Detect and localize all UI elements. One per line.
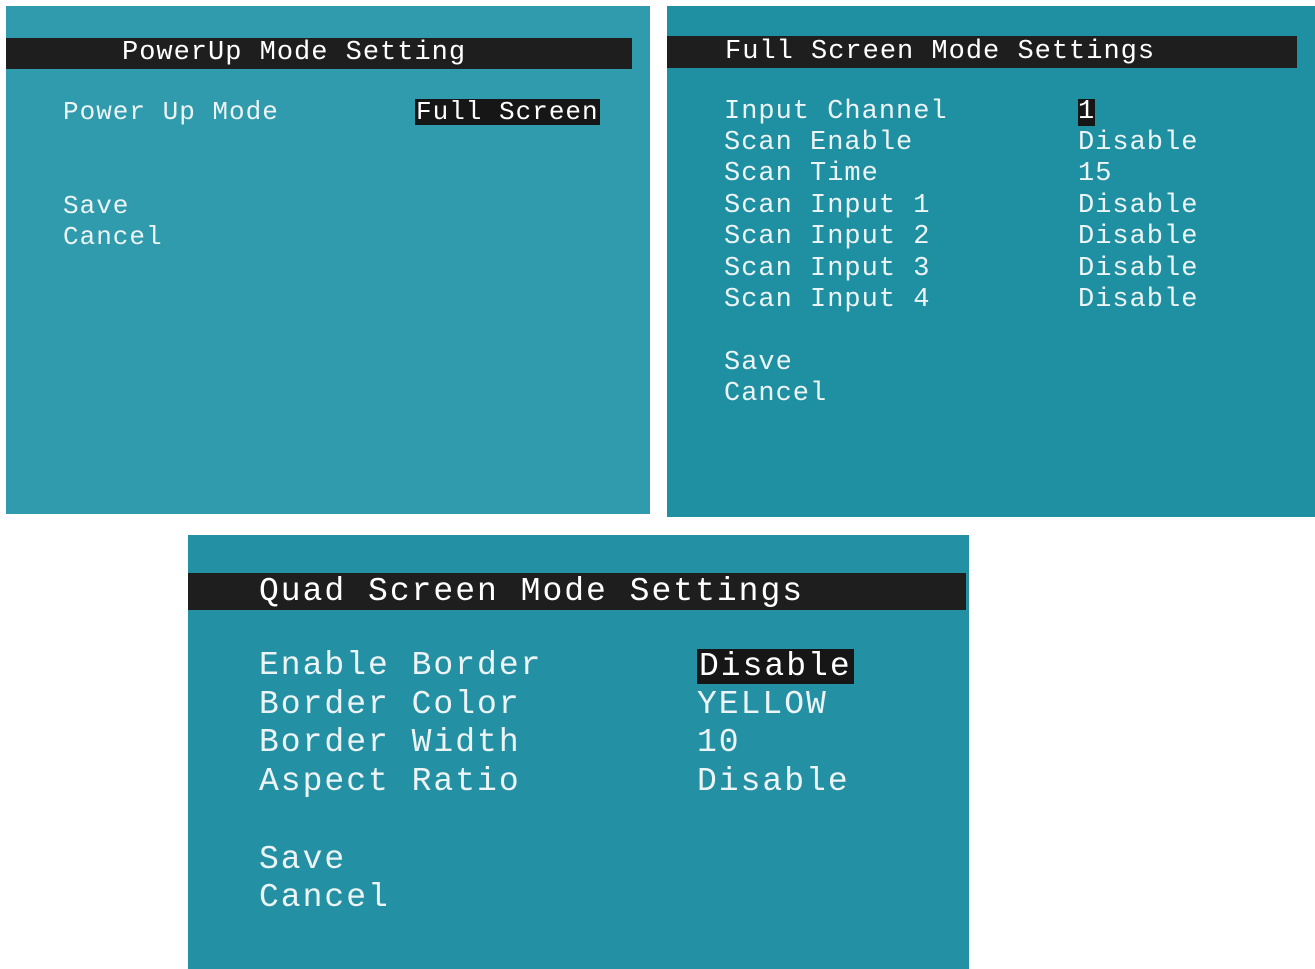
scan-input-2-value[interactable]: Disable (1078, 224, 1198, 251)
power-up-mode-label: Power Up Mode (63, 97, 279, 127)
save-menu-item[interactable]: Save (63, 193, 129, 219)
fullscreen-panel-title: Full Screen Mode Settings (667, 36, 1297, 68)
input-channel-label: Input Channel (724, 97, 948, 127)
quad-panel-title: Quad Screen Mode Settings (188, 573, 966, 610)
scan-input-3-label: Scan Input 3 (724, 254, 931, 284)
scan-input-1-label: Scan Input 1 (724, 191, 931, 221)
border-color-label: Border Color (259, 686, 521, 723)
scan-input-4-label: Scan Input 4 (724, 285, 931, 315)
input-channel-value[interactable]: 1 (1078, 99, 1096, 126)
cancel-menu-item[interactable]: Cancel (259, 881, 390, 914)
quad-screen-mode-panel: Quad Screen Mode Settings Enable Border … (188, 535, 969, 969)
powerup-panel-title: PowerUp Mode Setting (6, 38, 632, 69)
scan-input-4-value[interactable]: Disable (1078, 287, 1198, 314)
scan-input-1-value[interactable]: Disable (1078, 193, 1198, 220)
border-width-label: Border Width (259, 724, 521, 761)
cancel-menu-item[interactable]: Cancel (63, 224, 163, 250)
scan-enable-value[interactable]: Disable (1078, 130, 1198, 157)
power-up-mode-value[interactable]: Full Screen (415, 99, 600, 125)
aspect-ratio-value[interactable]: Disable (697, 765, 850, 798)
border-width-value[interactable]: 10 (697, 726, 741, 759)
powerup-mode-panel: PowerUp Mode Setting Power Up Mode Full … (6, 6, 650, 514)
border-color-value[interactable]: YELLOW (697, 688, 828, 721)
scan-input-2-label: Scan Input 2 (724, 222, 931, 252)
aspect-ratio-label: Aspect Ratio (259, 763, 521, 800)
scan-input-3-value[interactable]: Disable (1078, 256, 1198, 283)
cancel-menu-item[interactable]: Cancel (724, 381, 827, 408)
scan-time-label: Scan Time (724, 159, 879, 189)
save-menu-item[interactable]: Save (724, 350, 793, 377)
save-menu-item[interactable]: Save (259, 843, 346, 876)
scan-time-value[interactable]: 15 (1078, 161, 1112, 188)
enable-border-value[interactable]: Disable (697, 649, 854, 684)
full-screen-mode-panel: Full Screen Mode Settings Input Channel … (667, 6, 1315, 517)
scan-enable-label: Scan Enable (724, 128, 914, 158)
enable-border-label: Enable Border (259, 647, 543, 684)
